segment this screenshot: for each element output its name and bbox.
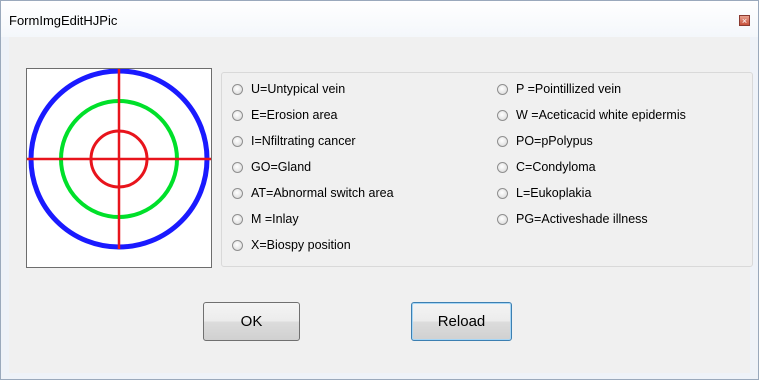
crosshair-target-image [26,68,212,268]
radio-option-label: P =Pointillized vein [516,82,622,96]
radio-option-label: GO=Gland [251,160,312,174]
radio-button-icon[interactable] [497,135,508,147]
radio-button-icon[interactable] [232,109,243,121]
radio-option-label: L=Eukoplakia [516,186,592,200]
radio-button-icon[interactable] [232,135,243,147]
radio-option[interactable]: PG=Activeshade illness [497,211,648,227]
radio-option[interactable]: E=Erosion area [232,107,338,123]
radio-button-icon[interactable] [497,187,508,199]
radio-option-label: AT=Abnormal switch area [251,186,394,200]
title-bar[interactable]: FormImgEditHJPic × [1,1,758,37]
radio-option[interactable]: GO=Gland [232,159,311,175]
radio-option[interactable]: U=Untypical vein [232,81,345,97]
dialog-client-area: U=Untypical vein E=Erosion area I=Nfiltrat… [9,37,753,373]
reload-button[interactable]: Reload [411,302,512,341]
radio-button-icon[interactable] [232,239,243,251]
radio-option[interactable]: W =Aceticacid white epidermis [497,107,686,123]
radio-option-label: PO=pPolypus [516,134,593,148]
radio-button-icon[interactable] [497,161,508,173]
lesion-type-group: U=Untypical vein E=Erosion area I=Nfiltrat… [221,72,753,267]
radio-option[interactable]: C=Condyloma [497,159,596,175]
radio-option[interactable]: X=Biospy position [232,237,351,253]
radio-option-label: X=Biospy position [251,238,351,252]
radio-button-icon[interactable] [232,161,243,173]
ok-button[interactable]: OK [203,302,300,341]
radio-button-icon[interactable] [497,83,508,95]
radio-option-label: I=Nfiltrating cancer [251,134,356,148]
radio-option-label: W =Aceticacid white epidermis [516,108,686,122]
radio-option[interactable]: M =Inlay [232,211,299,227]
radio-button-icon[interactable] [497,213,508,225]
close-icon[interactable]: × [739,15,750,26]
radio-option[interactable]: L=Eukoplakia [497,185,591,201]
radio-option[interactable]: PO=pPolypus [497,133,593,149]
window-title: FormImgEditHJPic [9,13,118,28]
crosshair-target-icon [27,69,211,250]
radio-button-icon[interactable] [497,109,508,121]
dialog-window: FormImgEditHJPic × U=Untypical vein E=Ero… [0,0,759,380]
radio-button-icon[interactable] [232,187,243,199]
radio-option-label: M =Inlay [251,212,299,226]
radio-option[interactable]: AT=Abnormal switch area [232,185,394,201]
radio-option-label: U=Untypical vein [251,82,346,96]
radio-option[interactable]: P =Pointillized vein [497,81,621,97]
radio-button-icon[interactable] [232,83,243,95]
radio-option[interactable]: I=Nfiltrating cancer [232,133,356,149]
radio-option-label: E=Erosion area [251,108,338,122]
radio-option-label: C=Condyloma [516,160,596,174]
radio-option-label: PG=Activeshade illness [516,212,648,226]
radio-button-icon[interactable] [232,213,243,225]
